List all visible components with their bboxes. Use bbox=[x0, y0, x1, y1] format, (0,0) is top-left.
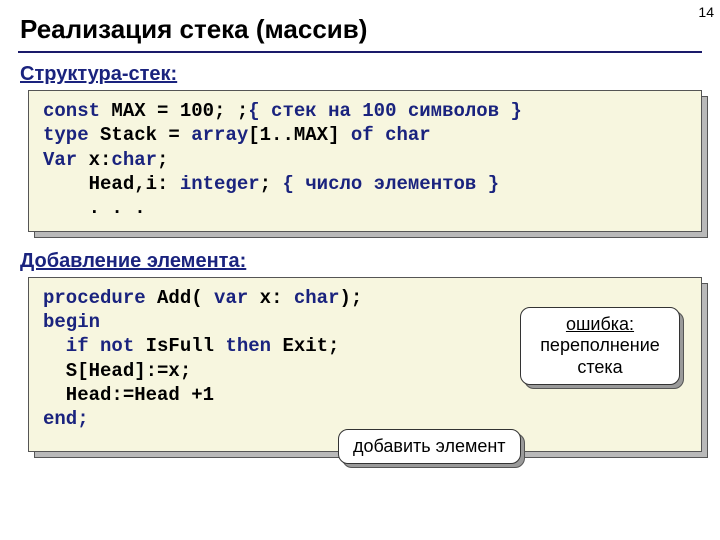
kw: const bbox=[43, 100, 100, 122]
kw: var bbox=[214, 287, 248, 309]
code: x: bbox=[248, 287, 294, 309]
kw: of char bbox=[351, 124, 431, 146]
kw: procedure bbox=[43, 287, 146, 309]
code: IsFull bbox=[134, 335, 225, 357]
code: ; bbox=[260, 173, 283, 195]
kw: then bbox=[225, 335, 271, 357]
callout-body: добавить элемент bbox=[338, 429, 521, 465]
code: MAX = 100; ; bbox=[100, 100, 248, 122]
code: Add( bbox=[146, 287, 214, 309]
page-number: 14 bbox=[698, 4, 714, 20]
code: . . . bbox=[43, 197, 146, 219]
kw: array bbox=[191, 124, 248, 146]
kw: type bbox=[43, 124, 89, 146]
code: ); bbox=[339, 287, 362, 309]
code: x: bbox=[89, 149, 112, 171]
section-struct-label: Структура-стек: bbox=[20, 63, 720, 86]
kw: integer bbox=[180, 173, 260, 195]
code-add-wrap: procedure Add( var x: char); begin if no… bbox=[28, 277, 702, 453]
kw: Var bbox=[43, 149, 89, 171]
code: Head,i: bbox=[43, 173, 180, 195]
code: Head:=Head +1 bbox=[43, 384, 214, 406]
code-struct: const MAX = 100; ;{ стек на 100 символов… bbox=[28, 90, 702, 232]
code: ; bbox=[157, 149, 168, 171]
callout-error-line2: переполнение bbox=[540, 335, 660, 355]
code: Stack = bbox=[89, 124, 192, 146]
page-title: Реализация стека (массив) bbox=[0, 0, 720, 49]
code-struct-wrap: const MAX = 100; ;{ стек на 100 символов… bbox=[28, 90, 702, 232]
code: Exit; bbox=[271, 335, 339, 357]
comment: { стек на 100 символов } bbox=[248, 100, 522, 122]
comment: { число элементов } bbox=[282, 173, 499, 195]
kw: char bbox=[111, 149, 157, 171]
callout-error-line3: стека bbox=[577, 357, 622, 377]
kw: begin bbox=[43, 311, 100, 333]
code: S[Head]:=x; bbox=[43, 360, 191, 382]
callout-error: ошибка: переполнение стека bbox=[520, 307, 680, 386]
callout-body: ошибка: переполнение стека bbox=[520, 307, 680, 386]
code: [1..MAX] bbox=[248, 124, 351, 146]
callout-add-text: добавить элемент bbox=[353, 436, 506, 456]
section-add-label: Добавление элемента: bbox=[20, 250, 720, 273]
kw: char bbox=[294, 287, 340, 309]
kw: if not bbox=[43, 335, 134, 357]
callout-add: добавить элемент bbox=[338, 429, 521, 465]
kw: end; bbox=[43, 408, 89, 430]
title-rule bbox=[18, 51, 702, 53]
callout-error-line1: ошибка: bbox=[566, 314, 634, 334]
